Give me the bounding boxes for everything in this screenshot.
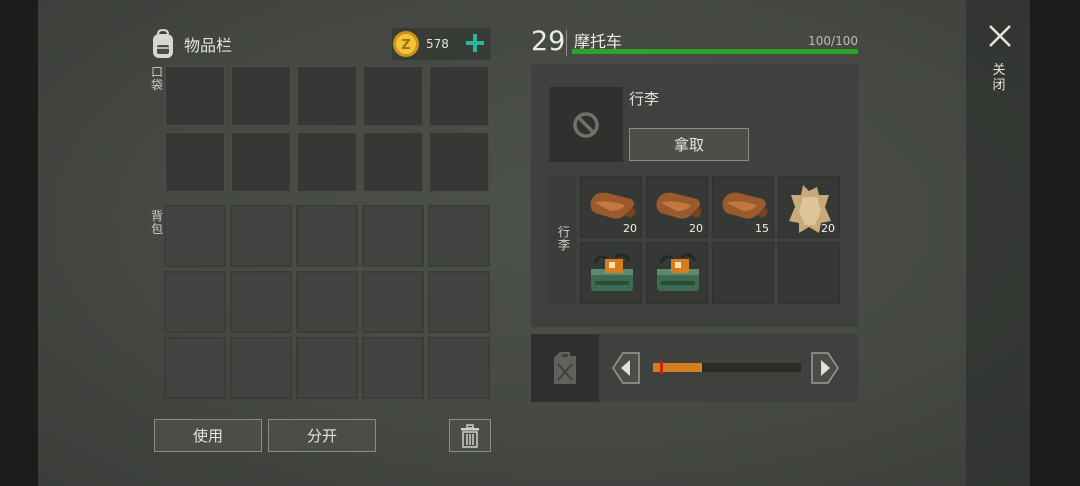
item-quantity: 15: [755, 222, 769, 235]
equipment-slot[interactable]: [549, 87, 623, 162]
close-label[interactable]: 关闭: [991, 63, 1007, 93]
pocket-slot[interactable]: [230, 65, 292, 127]
left-edge: [0, 0, 38, 486]
take-all-button[interactable]: 拿取: [629, 128, 749, 161]
backpack-slot[interactable]: [296, 205, 358, 267]
fuel-decrease-arrow-icon[interactable]: [611, 351, 641, 385]
backpack-slot[interactable]: [428, 271, 490, 333]
inventory-header: 物品栏: [148, 26, 232, 62]
trunk-title: 行李: [629, 90, 660, 108]
trunk-slot[interactable]: 20: [580, 176, 642, 238]
vehicle-hp-text: 100/100: [808, 34, 858, 48]
fuel-marker: [660, 361, 663, 374]
green-explosive-case-icon: [591, 253, 633, 291]
pocket-slot[interactable]: [230, 131, 292, 193]
svg-text:Z: Z: [401, 38, 410, 53]
gold-coin-icon: Z: [393, 31, 419, 57]
trunk-grid: 20 20 15 20: [580, 176, 840, 304]
level-divider: [566, 30, 567, 56]
pocket-slot[interactable]: [296, 65, 358, 127]
backpack-slot[interactable]: [428, 205, 490, 267]
fuel-canister-icon: [554, 352, 576, 384]
split-button[interactable]: 分开: [268, 419, 376, 452]
trunk-slot[interactable]: 20: [778, 176, 840, 238]
vehicle-level: 29: [531, 26, 566, 57]
trunk-slot[interactable]: 20: [646, 176, 708, 238]
backpack-slot[interactable]: [230, 337, 292, 399]
use-button[interactable]: 使用: [154, 419, 262, 452]
backpack-grid: [164, 205, 490, 399]
trash-icon: [461, 423, 479, 448]
trunk-slot[interactable]: [712, 242, 774, 304]
close-x-icon[interactable]: [988, 24, 1012, 48]
vehicle-hp-bar: [572, 49, 858, 54]
inventory-title: 物品栏: [184, 36, 233, 55]
backpack-slot[interactable]: [164, 337, 226, 399]
gold-display: Z 578: [392, 28, 491, 60]
pocket-slot[interactable]: [362, 131, 424, 193]
backpack-label: 背包: [150, 209, 163, 236]
backpack-slot[interactable]: [164, 271, 226, 333]
add-gold-plus-icon[interactable]: [463, 31, 487, 55]
backpack-slot[interactable]: [230, 271, 292, 333]
gold-amount: 578: [426, 37, 449, 51]
fuel-slot[interactable]: [531, 334, 599, 402]
backpack-slot[interactable]: [362, 337, 424, 399]
pocket-slot[interactable]: [296, 131, 358, 193]
trunk-slot[interactable]: [646, 242, 708, 304]
backpack-slot[interactable]: [296, 337, 358, 399]
pocket-slot[interactable]: [428, 131, 490, 193]
pocket-slot[interactable]: [362, 65, 424, 127]
trash-button[interactable]: [449, 419, 491, 452]
backpack-slot[interactable]: [296, 271, 358, 333]
pocket-slot[interactable]: [164, 131, 226, 193]
fuel-level-bar[interactable]: [653, 363, 801, 372]
backpack-slot[interactable]: [428, 337, 490, 399]
right-edge: [1030, 0, 1080, 486]
trunk-slot[interactable]: [778, 242, 840, 304]
green-explosive-case-icon: [657, 253, 699, 291]
trunk-slot[interactable]: [580, 242, 642, 304]
pocket-slot[interactable]: [164, 65, 226, 127]
item-quantity: 20: [623, 222, 637, 235]
backpack-slot[interactable]: [164, 205, 226, 267]
trunk-side-label: 行李: [557, 225, 570, 252]
backpack-slot[interactable]: [362, 205, 424, 267]
vehicle-hp-fill: [572, 49, 858, 54]
trunk-slot[interactable]: 15: [712, 176, 774, 238]
backpack-slot[interactable]: [362, 271, 424, 333]
pocket-slot[interactable]: [428, 65, 490, 127]
item-quantity: 20: [821, 222, 835, 235]
fuel-increase-arrow-icon[interactable]: [810, 351, 840, 385]
pocket-label: 口袋: [150, 65, 163, 92]
item-quantity: 20: [689, 222, 703, 235]
empty-slot-block-icon: [573, 111, 599, 138]
backpack-slot[interactable]: [230, 205, 292, 267]
backpack-icon: [153, 28, 173, 58]
pocket-grid: [164, 65, 490, 193]
